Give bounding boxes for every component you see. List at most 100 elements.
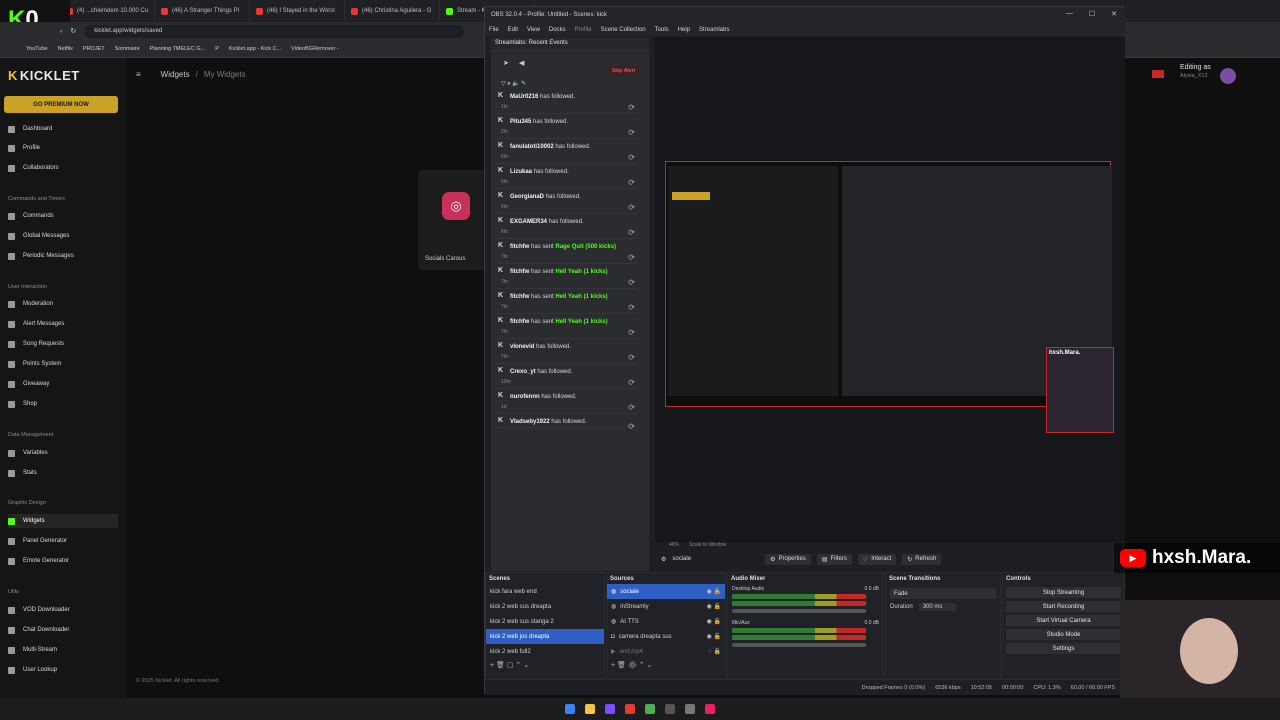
menu-edit[interactable]: Edit [508, 27, 518, 33]
sidebar-item-dashboard[interactable]: Dashboard [8, 122, 118, 136]
preview-camera-source[interactable]: hxsh.Mara. [1046, 347, 1114, 433]
obs-icon[interactable] [665, 704, 675, 714]
replay-icon[interactable]: ⟳ [628, 153, 635, 162]
source-item[interactable]: ◍ inStreamly ◉ 🔓 [607, 599, 725, 614]
bookmark-item[interactable]: VideoBGRemover - [291, 46, 339, 52]
sidebar-item-panel-generator[interactable]: Panel Generator [8, 534, 118, 548]
menu-profile[interactable]: Profile [575, 27, 592, 33]
event-user[interactable]: Crexo_yt [510, 369, 536, 375]
file-explorer-icon[interactable] [585, 704, 595, 714]
scale-dropdown[interactable]: Scale to Window [689, 542, 726, 548]
minimize-icon[interactable]: — [1066, 10, 1073, 18]
kicklet-logo[interactable]: K KICKLET [8, 68, 80, 83]
event-user[interactable]: nurofennn [510, 394, 540, 400]
source-item[interactable]: ◘ camera dreapta sus ◉ 🔓 [607, 629, 725, 644]
sidebar-item-shop[interactable]: Shop [8, 397, 118, 411]
event-user[interactable]: EXGAMER34 [510, 219, 547, 225]
scene-item[interactable]: kick fara web end [486, 584, 604, 599]
sidebar-item-chat-downloader[interactable]: Chat Downloader [8, 623, 118, 637]
bookmark-item[interactable]: Kicklet.app - Kick C... [229, 46, 281, 52]
sidebar-item-collaborators[interactable]: Collaborators [8, 161, 118, 175]
scene-item[interactable]: kick 2 web sus stanga 2 [486, 614, 604, 629]
terminal-icon[interactable] [685, 704, 695, 714]
widget-card[interactable]: ◎ Socials Carous [418, 170, 488, 270]
studio-mode-button[interactable]: Studio Mode [1006, 629, 1121, 640]
eye-icon[interactable]: ◉ 🔓 [707, 633, 721, 640]
duration-input[interactable]: 300 ms [918, 603, 957, 611]
interact-button[interactable]: ☞ Interact [857, 553, 897, 565]
maximize-icon[interactable]: ☐ [1089, 10, 1095, 18]
source-actions[interactable]: + 🗑 ⚙ ⌃ ⌄ [607, 661, 725, 669]
replay-icon[interactable]: ⟳ [628, 303, 635, 312]
sidebar-item-stats[interactable]: Stats [8, 466, 118, 480]
back-icon[interactable]: ‹ [60, 28, 62, 35]
sidebar-item-multi-stream[interactable]: Multi-Stream [8, 643, 118, 657]
skip-alert-button[interactable]: Skip Alert [607, 66, 639, 76]
replay-icon[interactable]: ⟳ [628, 403, 635, 412]
browser-tab[interactable]: (46) A Stranger Things Pl [155, 0, 250, 22]
sidebar-item-commands[interactable]: Commands [8, 209, 118, 223]
close-icon[interactable]: ✕ [1111, 10, 1117, 18]
bookmark-item[interactable]: PROJET [83, 46, 105, 52]
start-virtual-camera-button[interactable]: Start Virtual Camera [1006, 615, 1121, 626]
replay-icon[interactable]: ⟳ [628, 253, 635, 262]
event-user[interactable]: fitchfw [510, 244, 529, 250]
menu-help[interactable]: Help [678, 27, 690, 33]
event-user[interactable]: GeorgianaD [510, 194, 544, 200]
replay-icon[interactable]: ⟳ [628, 378, 635, 387]
bookmark-item[interactable]: Sommaire [115, 46, 140, 52]
menu-docks[interactable]: Docks [549, 27, 566, 33]
volume-slider[interactable] [732, 643, 866, 647]
sidebar-item-periodic-messages[interactable]: Periodic Messages [8, 249, 118, 263]
source-item[interactable]: ◍ AI TTS ◉ 🔓 [607, 614, 725, 629]
sidebar-item-moderation[interactable]: Moderation [8, 297, 118, 311]
replay-icon[interactable]: ⟳ [628, 228, 635, 237]
event-user[interactable]: fanulatoti10002 [510, 144, 554, 150]
properties-button[interactable]: ⚙ Properties [765, 553, 811, 565]
scene-actions[interactable]: + 🗑 ▢ ⌃ ⌄ [486, 661, 604, 669]
event-user[interactable]: Vladseby1922 [510, 419, 550, 425]
scene-item-selected[interactable]: kick 2 web jos dreapta [486, 629, 604, 644]
sidebar-item-user-lookup[interactable]: User Lookup [8, 663, 118, 677]
menu-scene-collection[interactable]: Scene Collection [601, 27, 646, 33]
sidebar-item-variables[interactable]: Variables [8, 446, 118, 460]
source-item[interactable]: ▶ end.mp4 ◌ 🔓 [607, 644, 725, 659]
menu-file[interactable]: File [489, 27, 499, 33]
language-flag-icon[interactable] [1152, 70, 1164, 78]
go-premium-button[interactable]: GO PREMIUM NOW [4, 96, 118, 113]
scene-item[interactable]: kick 2 web sus dreapta [486, 599, 604, 614]
source-item-selected[interactable]: ◍ sociale ◉ 🔓 [607, 584, 725, 599]
filters-button[interactable]: ▤ Filters [816, 553, 852, 565]
start-icon[interactable] [565, 704, 575, 714]
replay-icon[interactable]: ⟳ [628, 128, 635, 137]
volume-slider[interactable] [732, 609, 866, 613]
browser-tab[interactable]: (46) I Stayed in the Worst [250, 0, 345, 22]
replay-icon[interactable]: ⟳ [628, 103, 635, 112]
event-user[interactable]: fitchfw [510, 269, 529, 275]
avatar[interactable] [1220, 68, 1236, 84]
sidebar-item-points-system[interactable]: Points System [8, 357, 118, 371]
eye-icon[interactable]: ◉ 🔓 [707, 588, 721, 595]
bookmark-item[interactable]: YouTube [26, 46, 48, 52]
megaphone-icon[interactable]: ◀ [519, 59, 524, 67]
menu-icon[interactable]: ≡ [136, 70, 141, 79]
sidebar-item-profile[interactable]: Profile [8, 141, 118, 155]
sidebar-item-widgets[interactable]: Widgets [8, 514, 118, 528]
teams-icon[interactable] [605, 704, 615, 714]
bookmark-item[interactable]: P [215, 46, 219, 52]
menu-streamlabs[interactable]: Streamlabs [699, 27, 729, 33]
breadcrumb-widgets[interactable]: Widgets [161, 70, 190, 79]
event-user[interactable]: Pitu345 [510, 119, 531, 125]
sidebar-item-song-requests[interactable]: Song Requests [8, 337, 118, 351]
event-user[interactable]: vlonevid [510, 344, 534, 350]
replay-icon[interactable]: ⟳ [628, 278, 635, 287]
replay-icon[interactable]: ⟳ [628, 328, 635, 337]
settings-button[interactable]: Settings [1006, 643, 1121, 654]
url-field[interactable]: kicklet.app/widgets/saved [84, 24, 465, 38]
event-user[interactable]: fitchfw [510, 319, 529, 325]
obs-preview-area[interactable]: hxsh.Mara. [655, 37, 1125, 542]
replay-icon[interactable]: ⟳ [628, 203, 635, 212]
sidebar-item-global-messages[interactable]: Global Messages [8, 229, 118, 243]
bookmark-item[interactable]: Netflix [58, 46, 73, 52]
replay-icon[interactable]: ⟳ [628, 422, 635, 431]
